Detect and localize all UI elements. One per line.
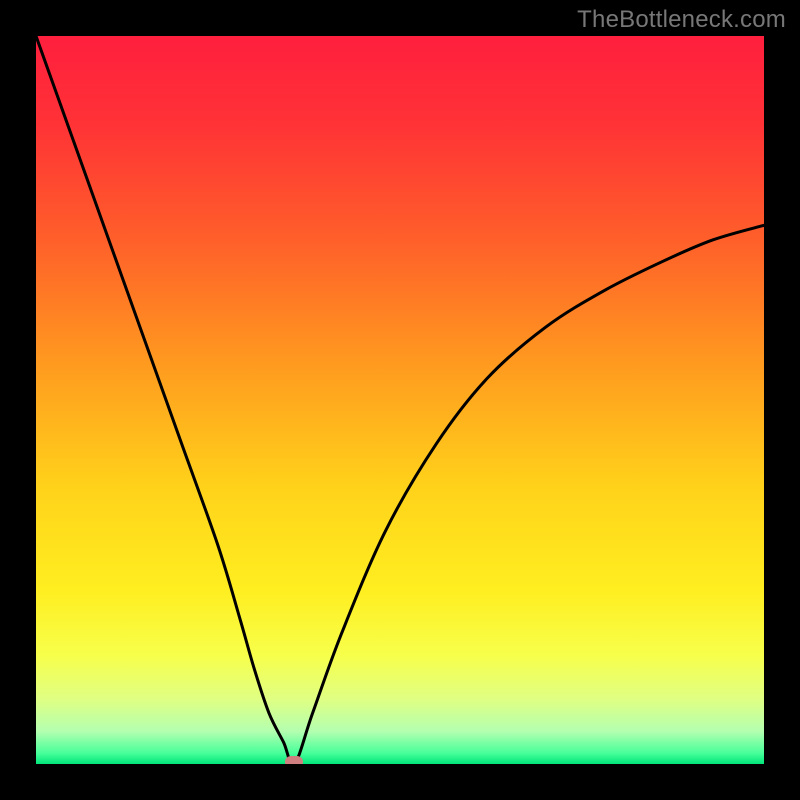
watermark-text: TheBottleneck.com (577, 6, 786, 34)
plot-area (36, 36, 764, 764)
optimal-marker (285, 756, 303, 764)
bottleneck-curve (36, 36, 764, 764)
chart-frame: TheBottleneck.com (0, 0, 800, 800)
